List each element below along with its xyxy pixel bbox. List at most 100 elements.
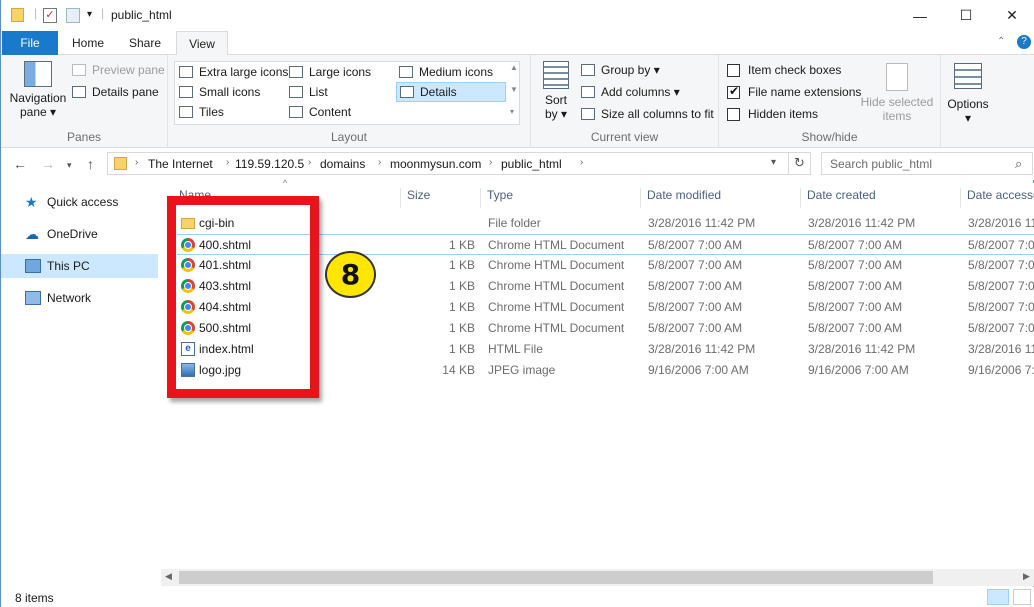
address-bar[interactable]: › The Internet › 119.59.120.5 › domains … [107,152,811,175]
forward-arrow-icon[interactable]: → [41,156,55,172]
breadcrumb-separator-icon[interactable]: › [135,157,138,168]
layout-medium-icons[interactable]: Medium icons [399,65,493,79]
file-name-extensions-toggle[interactable]: File name extensions [727,84,861,99]
column-header-date-created[interactable]: Date created [801,188,961,208]
hide-selected-items-button[interactable]: Hide selected items [859,63,935,123]
up-arrow-icon[interactable]: ↑ [87,156,94,172]
sort-by-button[interactable]: Sort by ▾ [539,61,573,121]
new-folder-icon[interactable] [66,8,80,23]
sidebar-item-quick-access[interactable]: ★ Quick access [1,190,158,214]
breadcrumb-the-internet[interactable]: The Internet [148,157,213,171]
file-type: Chrome HTML Document [488,279,625,293]
breadcrumb-moonmysun[interactable]: moonmysun.com [390,157,481,171]
properties-icon[interactable]: ✓ [43,8,57,23]
file-size: 1 KB [448,300,475,314]
breadcrumb-separator-icon[interactable]: › [226,157,229,168]
add-columns-button[interactable]: Add columns ▾ [581,85,680,99]
address-dropdown-icon[interactable]: ▾ [771,157,776,168]
gallery-more-icon[interactable]: ▾ [510,107,514,116]
layout-large-icons[interactable]: Large icons [289,65,371,79]
show-hide-group-label: Show/hide [801,130,858,144]
annotation-step-badge: 8 [325,251,376,298]
sort-by-label-2: by ▾ [544,107,568,121]
layout-list[interactable]: List [289,85,328,99]
tab-home[interactable]: Home [63,31,113,55]
small-icons-icon [179,86,193,98]
back-arrow-icon[interactable]: ← [13,156,27,172]
breadcrumb-domains[interactable]: domains [320,157,365,171]
horizontal-scrollbar[interactable]: ◀ ▶ [161,569,1034,586]
tab-share[interactable]: Share [119,31,171,55]
preview-pane-button[interactable]: Preview pane [72,63,165,77]
gallery-scroll-up-icon[interactable]: ▲ [510,63,518,72]
layout-group: Extra large icons Large icons Medium ico… [168,55,531,148]
file-date-created: 5/8/2007 7:00 AM [808,279,903,293]
panes-group: Navigation pane ▾ Preview pane Details p… [1,55,168,148]
column-header-type[interactable]: Type [481,188,641,208]
file-type: HTML File [488,342,543,356]
preview-pane-icon [72,64,86,76]
sidebar-item-label: This PC [47,259,90,273]
navigation-pane-button[interactable]: Navigation pane ▾ [9,61,67,119]
details-pane-button[interactable]: Details pane [72,85,159,99]
details-view-icon[interactable] [987,589,1009,605]
add-columns-label: Add columns ▾ [601,85,680,99]
layout-details[interactable]: Details [396,82,506,102]
file-date-modified: 5/8/2007 7:00 AM [648,300,743,314]
title-bar: | ✓ ▾ | public_html — ☐ ✕ [1,0,1034,31]
group-by-button[interactable]: Group by ▾ [581,63,660,77]
preview-pane-label: Preview pane [92,63,165,77]
scroll-right-icon[interactable]: ▶ [1023,571,1030,582]
file-date-accessed: 9/16/2006 7:0 [968,363,1034,377]
size-all-columns-button[interactable]: Size all columns to fit [581,107,714,121]
scrollbar-thumb[interactable] [179,571,933,584]
layout-small-icons[interactable]: Small icons [179,85,260,99]
item-check-boxes-toggle[interactable]: Item check boxes [727,63,841,77]
file-size: 14 KB [442,363,475,377]
search-icon: ⌕ [1015,156,1023,171]
separator: | [34,6,38,20]
layout-extra-large-icons[interactable]: Extra large icons [179,65,288,79]
sidebar-item-this-pc[interactable]: This PC [1,254,158,278]
large-icons-view-icon[interactable] [1013,589,1031,605]
recent-locations-icon[interactable]: ▾ [67,160,72,171]
search-input[interactable]: Search public_html [821,152,1033,175]
gallery-scroll-down-icon[interactable]: ▼ [510,85,518,94]
maximize-button[interactable]: ☐ [943,0,989,31]
file-name-extensions-checkbox[interactable] [727,84,740,99]
hidden-items-checkbox[interactable] [727,107,740,121]
layout-content[interactable]: Content [289,105,351,119]
tab-file[interactable]: File [2,31,58,55]
file-size: 1 KB [448,321,475,335]
breadcrumb-separator-icon[interactable]: › [489,157,492,168]
column-header-date-accessed[interactable]: Date accesse [961,188,1034,208]
customize-quick-access-icon[interactable]: ▾ [87,9,92,20]
hidden-items-toggle[interactable]: Hidden items [727,107,818,121]
medium-icons-icon [399,66,413,78]
close-button[interactable]: ✕ [989,0,1034,31]
layout-tiles[interactable]: Tiles [179,105,224,119]
file-date-accessed: 3/28/2016 11 [968,342,1034,356]
column-header-date-modified[interactable]: Date modified [641,188,801,208]
sidebar-item-network[interactable]: Network [1,286,158,310]
breadcrumb-separator-icon[interactable]: › [378,157,381,168]
help-icon[interactable]: ? [1017,35,1031,49]
file-date-modified: 3/28/2016 11:42 PM [648,216,756,230]
tab-view[interactable]: View [176,31,228,56]
sidebar-item-label: Quick access [47,195,119,209]
item-check-boxes-checkbox[interactable] [727,63,740,77]
sidebar-item-label: Network [47,291,92,305]
sidebar-item-onedrive[interactable]: ☁ OneDrive [1,222,158,246]
collapse-ribbon-icon[interactable]: ⌃ [997,36,1005,47]
breadcrumb-public-html[interactable]: public_html [501,157,562,171]
breadcrumb-separator-icon[interactable]: › [580,157,583,168]
status-bar: 8 items [1,587,1034,607]
column-header-size[interactable]: Size [401,188,481,208]
options-button[interactable]: Options ▾ [945,63,991,125]
file-date-accessed: 5/8/2007 7:0 [968,321,1034,335]
minimize-button[interactable]: — [897,0,943,31]
breadcrumb-ip[interactable]: 119.59.120.5 [235,157,304,171]
scroll-left-icon[interactable]: ◀ [165,571,172,582]
breadcrumb-separator-icon[interactable]: › [308,157,311,168]
refresh-icon[interactable]: ↻ [794,155,805,171]
